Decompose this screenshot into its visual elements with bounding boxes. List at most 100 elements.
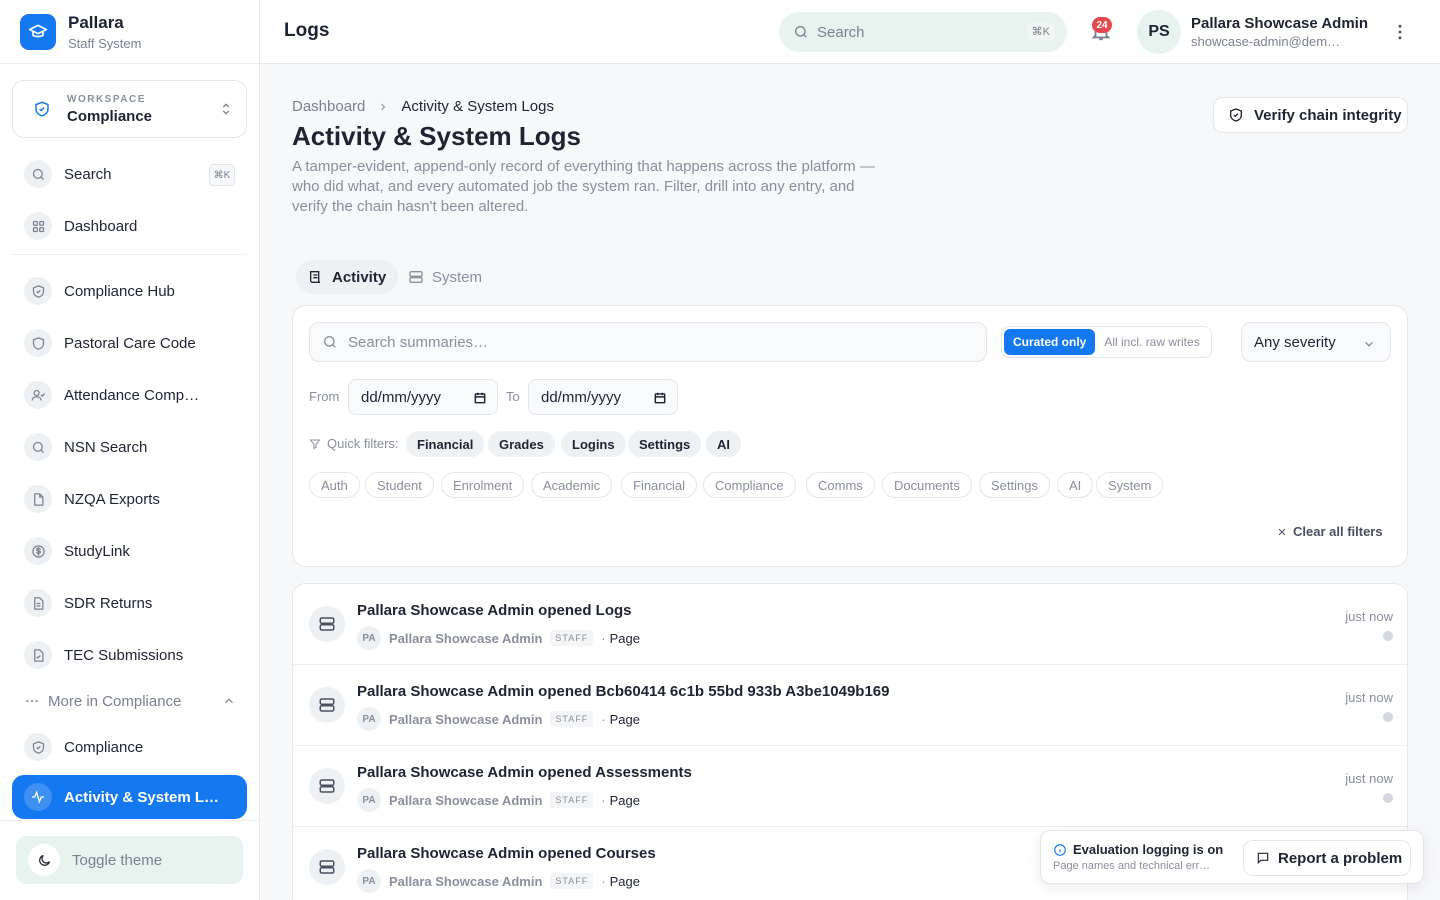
more-vertical-icon[interactable] bbox=[1390, 22, 1410, 42]
quick-filter-ai[interactable]: AI bbox=[706, 431, 741, 457]
category-chip[interactable]: Comms bbox=[806, 472, 875, 498]
tab-label: System bbox=[432, 268, 483, 286]
avatar: PA bbox=[357, 788, 381, 812]
role-badge: STAFF bbox=[550, 711, 594, 727]
log-meta: PA Pallara Showcase Admin STAFF · Page bbox=[357, 707, 640, 731]
avatar: PA bbox=[357, 626, 381, 650]
shield-check-icon bbox=[24, 277, 52, 305]
breadcrumb-current: Activity & System Logs bbox=[401, 98, 554, 115]
sidebar-item-label: Activity & System L… bbox=[64, 788, 220, 806]
log-title: Pallara Showcase Admin opened Courses bbox=[357, 845, 656, 862]
category-chip[interactable]: Compliance bbox=[703, 472, 796, 498]
activity-icon bbox=[24, 783, 52, 811]
tab-system[interactable]: System bbox=[396, 260, 494, 294]
status-dot bbox=[1383, 631, 1393, 641]
log-timestamp: just now bbox=[1345, 609, 1393, 624]
calendar-icon[interactable] bbox=[653, 391, 667, 405]
brand[interactable]: Pallara Staff System bbox=[0, 0, 259, 64]
sidebar-search-label: Search bbox=[64, 165, 112, 183]
quick-filters-text: Quick filters: bbox=[327, 436, 399, 451]
summary-search-input[interactable]: Search summaries… bbox=[309, 322, 987, 362]
scroll-text-icon bbox=[308, 269, 324, 285]
curated-only-button[interactable]: Curated only bbox=[1004, 329, 1096, 355]
category-chip[interactable]: Documents bbox=[882, 472, 972, 498]
log-actor: Pallara Showcase Admin bbox=[389, 792, 543, 808]
log-timestamp: just now bbox=[1345, 771, 1393, 786]
list-item[interactable]: Pallara Showcase Admin opened Assessment… bbox=[293, 746, 1407, 827]
tab-activity[interactable]: Activity bbox=[296, 260, 399, 294]
severity-select[interactable]: Any severity bbox=[1241, 322, 1391, 362]
workspace-switcher[interactable]: WORKSPACE Compliance bbox=[12, 80, 247, 138]
log-type: Page bbox=[609, 711, 640, 727]
sidebar-item-compliance-hub[interactable]: Compliance Hub bbox=[12, 269, 247, 313]
file-icon bbox=[24, 485, 52, 513]
quick-filter-logins[interactable]: Logins bbox=[561, 431, 626, 457]
category-chip[interactable]: Student bbox=[365, 472, 434, 498]
toast-title: Evaluation logging is on bbox=[1073, 842, 1224, 857]
category-chip[interactable]: System bbox=[1096, 472, 1164, 498]
shield-icon bbox=[24, 329, 52, 357]
log-title: Pallara Showcase Admin opened Bcb60414 6… bbox=[357, 683, 890, 700]
search-icon bbox=[24, 160, 52, 188]
sidebar-item-label: NZQA Exports bbox=[64, 490, 160, 508]
sidebar-item-label: Attendance Comp… bbox=[64, 386, 200, 404]
quick-filter-settings[interactable]: Settings bbox=[628, 431, 702, 457]
sidebar-item-label: Pastoral Care Code bbox=[64, 334, 196, 352]
sidebar-item-nzqa-exports[interactable]: NZQA Exports bbox=[12, 477, 247, 521]
user-check-icon bbox=[24, 381, 52, 409]
category-chip[interactable]: Financial bbox=[621, 472, 698, 498]
graduation-cap-icon bbox=[20, 13, 56, 50]
close-icon bbox=[1278, 528, 1286, 535]
category-chip[interactable]: Settings bbox=[979, 472, 1050, 498]
sidebar-item-pastoral-care[interactable]: Pastoral Care Code bbox=[12, 321, 247, 365]
brand-name: Pallara bbox=[68, 12, 124, 32]
category-chip[interactable]: Enrolment bbox=[441, 472, 525, 498]
server-icon bbox=[309, 849, 345, 885]
sidebar-item-sdr-returns[interactable]: SDR Returns bbox=[12, 581, 247, 625]
sidebar-item-activity-logs[interactable]: Activity & System L… bbox=[12, 775, 247, 819]
toast-title-row: Evaluation logging is on bbox=[1053, 842, 1223, 857]
role-badge: STAFF bbox=[550, 630, 594, 646]
sidebar-item-dashboard[interactable]: Dashboard bbox=[12, 204, 247, 248]
divider bbox=[0, 820, 259, 821]
toggle-theme-label: Toggle theme bbox=[72, 851, 163, 869]
clear-all-filters-button[interactable]: Clear all filters bbox=[1277, 524, 1383, 539]
divider bbox=[12, 254, 247, 255]
avatar: PA bbox=[357, 869, 381, 893]
shield-icon bbox=[1228, 107, 1244, 123]
verify-chain-button[interactable]: Verify chain integrity bbox=[1213, 97, 1408, 133]
quick-filter-grades[interactable]: Grades bbox=[488, 431, 555, 457]
filter-panel: Search summaries… Curated only All incl.… bbox=[292, 305, 1408, 567]
list-item[interactable]: Pallara Showcase Admin opened Bcb60414 6… bbox=[293, 665, 1407, 746]
breadcrumb-parent[interactable]: Dashboard bbox=[292, 98, 365, 115]
from-label: From bbox=[309, 389, 340, 404]
more-in-compliance-toggle[interactable]: More in Compliance bbox=[24, 688, 244, 714]
calendar-icon[interactable] bbox=[473, 391, 487, 405]
toggle-theme-button[interactable]: Toggle theme bbox=[16, 836, 243, 884]
to-date-input[interactable]: dd/mm/yyyy bbox=[528, 379, 678, 415]
user-email: showcase-admin@dem… bbox=[1191, 34, 1341, 49]
filter-icon bbox=[309, 438, 321, 450]
log-actor: Pallara Showcase Admin bbox=[389, 711, 543, 727]
more-dots-icon bbox=[24, 693, 40, 709]
sidebar-item-compliance[interactable]: Compliance bbox=[12, 725, 247, 769]
category-chip[interactable]: Academic bbox=[531, 472, 613, 498]
sidebar-item-studylink[interactable]: StudyLink bbox=[12, 529, 247, 573]
quick-filter-financial[interactable]: Financial bbox=[406, 431, 485, 457]
all-raw-writes-button[interactable]: All incl. raw writes bbox=[1095, 329, 1208, 355]
list-item[interactable]: Pallara Showcase Admin opened Logs PA Pa… bbox=[293, 584, 1407, 665]
chevron-down-icon bbox=[1362, 337, 1376, 351]
global-search-input[interactable]: Search ⌘K bbox=[779, 12, 1067, 52]
avatar[interactable]: PS bbox=[1137, 10, 1181, 54]
report-problem-button[interactable]: Report a problem bbox=[1243, 840, 1411, 876]
sidebar-item-tec-submissions[interactable]: TEC Submissions bbox=[12, 633, 247, 677]
sidebar-item-nsn-search[interactable]: NSN Search bbox=[12, 425, 247, 469]
category-chip[interactable]: AI bbox=[1057, 472, 1094, 498]
log-title: Pallara Showcase Admin opened Logs bbox=[357, 602, 632, 619]
from-date-input[interactable]: dd/mm/yyyy bbox=[348, 379, 498, 415]
dollar-circle-icon bbox=[24, 537, 52, 565]
sidebar-search[interactable]: Search ⌘K bbox=[12, 152, 247, 196]
chevron-up-icon bbox=[222, 694, 236, 708]
category-chip[interactable]: Auth bbox=[309, 472, 360, 498]
sidebar-item-attendance[interactable]: Attendance Comp… bbox=[12, 373, 247, 417]
